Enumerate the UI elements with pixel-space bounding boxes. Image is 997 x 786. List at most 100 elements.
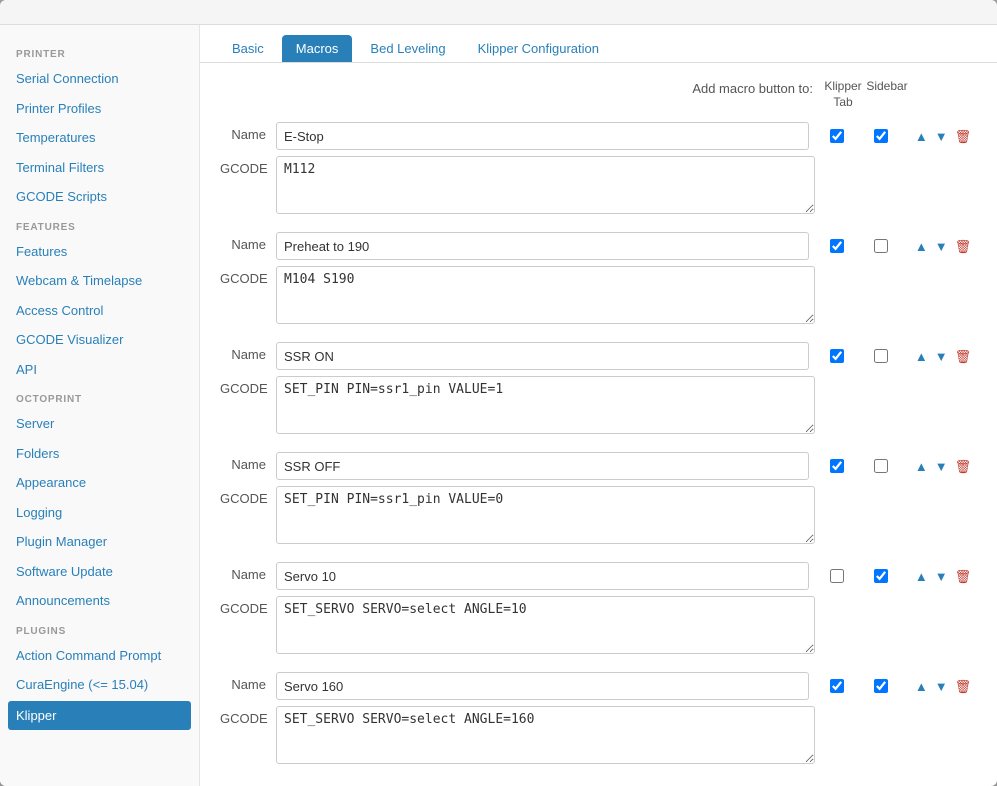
macro-klipper-checkbox-3[interactable]: [830, 349, 844, 363]
macro-name-field-4: Name▲▼🗑: [220, 452, 977, 480]
macro-name-input-5[interactable]: [276, 562, 809, 590]
macro-row-1: Name▲▼🗑 GCODE: [220, 122, 977, 214]
macro-gcode-input-2[interactable]: [276, 266, 815, 324]
add-macro-label: Add macro button to:: [692, 79, 813, 96]
macro-gcode-label-4: GCODE: [220, 486, 276, 506]
sidebar-item-announcements[interactable]: Announcements: [0, 586, 199, 616]
tab-klipper-configuration[interactable]: Klipper Configuration: [464, 35, 613, 62]
macro-down-button-1[interactable]: ▼: [933, 128, 950, 145]
sidebar-item-server[interactable]: Server: [0, 409, 199, 439]
sidebar-item-logging[interactable]: Logging: [0, 498, 199, 528]
macro-delete-button-4[interactable]: 🗑: [953, 458, 974, 475]
macro-sidebar-checkbox-1[interactable]: [874, 129, 888, 143]
macro-name-input-1[interactable]: [276, 122, 809, 150]
macro-gcode-label-6: GCODE: [220, 706, 276, 726]
macro-name-input-6[interactable]: [276, 672, 809, 700]
macro-row-3: Name ▲▼🗑 GCODE: [220, 342, 977, 434]
sidebar-item-terminal-filters[interactable]: Terminal Filters: [0, 153, 199, 183]
macro-klipper-checkbox-6[interactable]: [830, 679, 844, 693]
macro-delete-button-3[interactable]: 🗑: [953, 348, 974, 365]
main-content: BasicMacrosBed LevelingKlipper Configura…: [200, 25, 997, 786]
macro-row-6: Name ▲▼🗑 GCODE: [220, 672, 977, 764]
sidebar-item-features[interactable]: Features: [0, 237, 199, 267]
macro-up-button-4[interactable]: ▲: [913, 458, 930, 475]
sidebar-section-features: FEATURES: [0, 212, 199, 237]
macro-name-field-5: Name▲▼🗑: [220, 562, 977, 590]
macro-gcode-field-5: GCODE: [220, 596, 977, 654]
macros-list: Name▲▼🗑GCODEName▲▼🗑GCODEName▲▼🗑GCODEName…: [220, 122, 977, 764]
macro-up-button-2[interactable]: ▲: [913, 238, 930, 255]
sidebar-section-octoprint: OCTOPRINT: [0, 384, 199, 409]
macro-sidebar-checkbox-2[interactable]: [874, 239, 888, 253]
macro-name-label-2: Name: [220, 232, 276, 252]
macro-klipper-checkbox-2[interactable]: [830, 239, 844, 253]
sidebar-section-printer: PRINTER: [0, 39, 199, 64]
macro-name-label-3: Name: [220, 342, 276, 362]
macro-gcode-label-3: GCODE: [220, 376, 276, 396]
tab-basic[interactable]: Basic: [218, 35, 278, 62]
macro-gcode-input-1[interactable]: [276, 156, 815, 214]
macro-name-field-6: Name ▲▼🗑: [220, 672, 977, 700]
macro-sidebar-checkbox-5[interactable]: [874, 569, 888, 583]
sidebar-section-plugins: PLUGINS: [0, 616, 199, 641]
macro-sidebar-checkbox-3[interactable]: [874, 349, 888, 363]
macro-up-button-1[interactable]: ▲: [913, 128, 930, 145]
macro-gcode-input-6[interactable]: [276, 706, 815, 764]
macro-delete-button-6[interactable]: 🗑: [953, 678, 974, 695]
macro-down-button-2[interactable]: ▼: [933, 238, 950, 255]
macro-name-label-6: Name: [220, 672, 276, 692]
sidebar-item-folders[interactable]: Folders: [0, 439, 199, 469]
macro-down-button-3[interactable]: ▼: [933, 348, 950, 365]
sidebar-item-temperatures[interactable]: Temperatures: [0, 123, 199, 153]
sidebar: PRINTERSerial ConnectionPrinter Profiles…: [0, 25, 200, 786]
macro-delete-button-1[interactable]: 🗑: [953, 128, 974, 145]
macro-name-field-1: Name▲▼🗑: [220, 122, 977, 150]
macro-delete-button-2[interactable]: 🗑: [953, 238, 974, 255]
macro-name-field-3: Name ▲▼🗑: [220, 342, 977, 370]
macro-gcode-label-2: GCODE: [220, 266, 276, 286]
modal-body: PRINTERSerial ConnectionPrinter Profiles…: [0, 25, 997, 786]
macro-gcode-field-6: GCODE: [220, 706, 977, 764]
macro-name-input-4[interactable]: [276, 452, 809, 480]
sidebar-item-access-control[interactable]: Access Control: [0, 296, 199, 326]
sidebar-item-software-update[interactable]: Software Update: [0, 557, 199, 587]
macro-gcode-label-5: GCODE: [220, 596, 276, 616]
macro-gcode-input-4[interactable]: [276, 486, 815, 544]
macro-gcode-input-5[interactable]: [276, 596, 815, 654]
sidebar-item-api[interactable]: API: [0, 355, 199, 385]
macro-sidebar-checkbox-6[interactable]: [874, 679, 888, 693]
tab-macros[interactable]: Macros: [282, 35, 353, 62]
macro-down-button-4[interactable]: ▼: [933, 458, 950, 475]
sidebar-item-plugin-manager[interactable]: Plugin Manager: [0, 527, 199, 557]
macro-up-button-5[interactable]: ▲: [913, 568, 930, 585]
tab-bed-leveling[interactable]: Bed Leveling: [356, 35, 459, 62]
macro-row-2: Name ▲▼🗑 GCODE: [220, 232, 977, 324]
macro-gcode-label-1: GCODE: [220, 156, 276, 176]
macro-klipper-checkbox-5[interactable]: [830, 569, 844, 583]
modal-header: [0, 0, 997, 25]
macro-down-button-6[interactable]: ▼: [933, 678, 950, 695]
macro-klipper-checkbox-4[interactable]: [830, 459, 844, 473]
macro-delete-button-5[interactable]: 🗑: [953, 568, 974, 585]
macro-row-5: Name▲▼🗑 GCODE: [220, 562, 977, 654]
macro-name-input-2[interactable]: [276, 232, 809, 260]
settings-modal: PRINTERSerial ConnectionPrinter Profiles…: [0, 0, 997, 786]
macro-gcode-input-3[interactable]: [276, 376, 815, 434]
sidebar-item-klipper[interactable]: Klipper: [8, 701, 191, 731]
macro-up-button-3[interactable]: ▲: [913, 348, 930, 365]
macro-name-input-3[interactable]: [276, 342, 809, 370]
macro-up-button-6[interactable]: ▲: [913, 678, 930, 695]
macro-down-button-5[interactable]: ▼: [933, 568, 950, 585]
sidebar-item-appearance[interactable]: Appearance: [0, 468, 199, 498]
sidebar-item-printer-profiles[interactable]: Printer Profiles: [0, 94, 199, 124]
sidebar-item-gcode-scripts[interactable]: GCODE Scripts: [0, 182, 199, 212]
macro-sidebar-checkbox-4[interactable]: [874, 459, 888, 473]
sidebar-item-gcode-visualizer[interactable]: GCODE Visualizer: [0, 325, 199, 355]
sidebar-item-webcam-timelapse[interactable]: Webcam & Timelapse: [0, 266, 199, 296]
sidebar-item-serial-connection[interactable]: Serial Connection: [0, 64, 199, 94]
sidebar-item-action-command-prompt[interactable]: Action Command Prompt: [0, 641, 199, 671]
sidebar-item-curaengine[interactable]: CuraEngine (<= 15.04): [0, 670, 199, 700]
macro-klipper-checkbox-1[interactable]: [830, 129, 844, 143]
macros-header: Add macro button to:KlipperTabSidebar: [220, 79, 977, 110]
tab-bar: BasicMacrosBed LevelingKlipper Configura…: [200, 25, 997, 63]
